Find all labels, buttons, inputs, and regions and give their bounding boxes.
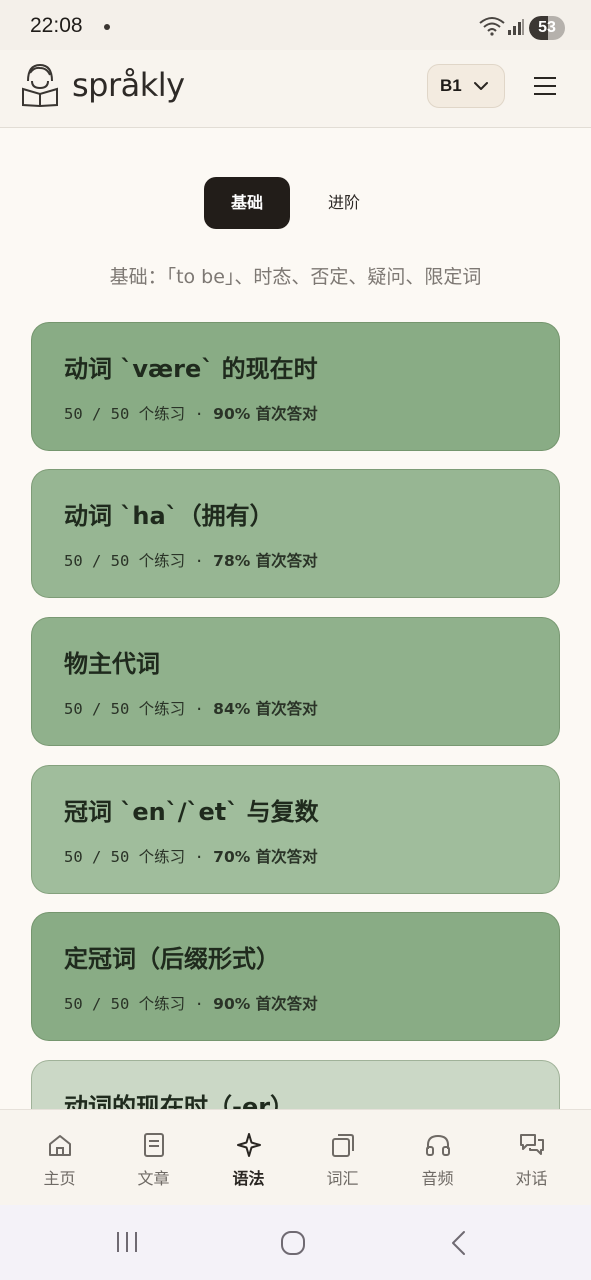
battery-indicator: 53 bbox=[529, 16, 565, 40]
lesson-score: 90% 首次答对 bbox=[213, 405, 318, 423]
tab-advanced[interactable]: 进阶 bbox=[304, 177, 384, 229]
lesson-title: 动词 `være` 的现在时 bbox=[64, 355, 318, 383]
lesson-score: 78% 首次答对 bbox=[213, 552, 318, 570]
hamburger-menu-icon[interactable] bbox=[533, 76, 557, 96]
lesson-card[interactable]: 动词 `ha`（拥有） 50 / 50 个练习 · 78% 首次答对 bbox=[31, 469, 560, 598]
lesson-score: 84% 首次答对 bbox=[213, 700, 318, 718]
level-selector[interactable]: B1 bbox=[427, 64, 505, 108]
lesson-progress: 50 / 50 个练习 · 70% 首次答对 bbox=[64, 848, 318, 866]
lesson-score: 70% 首次答对 bbox=[213, 848, 318, 866]
section-subtitle: 基础：「to be」、时态、否定、疑问、限定词 bbox=[109, 266, 482, 288]
nav-label: 语法 bbox=[232, 1169, 265, 1188]
lesson-progress: 50 / 50 个练习 · 90% 首次答对 bbox=[64, 405, 318, 423]
battery-level: 53 bbox=[538, 19, 556, 36]
nav-item-grammar[interactable]: 语法 bbox=[201, 1110, 296, 1206]
nav-item-articles[interactable]: 文章 bbox=[106, 1110, 201, 1206]
lesson-title: 冠词 `en`/`et` 与复数 bbox=[64, 798, 319, 826]
reading-person-icon bbox=[22, 63, 58, 107]
nav-label: 主页 bbox=[43, 1169, 76, 1188]
lesson-score: 90% 首次答对 bbox=[213, 995, 318, 1013]
lesson-progress: 50 / 50 个练习 · 84% 首次答对 bbox=[64, 700, 318, 718]
chevron-down-icon bbox=[474, 82, 488, 90]
sparkle-icon bbox=[237, 1133, 261, 1157]
lesson-card[interactable]: 冠词 `en`/`et` 与复数 50 / 50 个练习 · 70% 首次答对 bbox=[31, 765, 560, 894]
nav-item-vocabulary[interactable]: 词汇 bbox=[295, 1110, 390, 1206]
cards-icon bbox=[332, 1134, 354, 1157]
nav-item-dialogue[interactable]: 对话 bbox=[484, 1110, 579, 1206]
lesson-card[interactable]: 定冠词（后缀形式） 50 / 50 个练习 · 90% 首次答对 bbox=[31, 912, 560, 1041]
notification-dot-icon bbox=[104, 24, 110, 30]
tab-basic[interactable]: 基础 bbox=[204, 177, 290, 229]
lesson-card[interactable]: 物主代词 50 / 50 个练习 · 84% 首次答对 bbox=[31, 617, 560, 746]
headphones-icon bbox=[426, 1134, 450, 1156]
home-icon bbox=[49, 1135, 71, 1156]
signal-icon bbox=[508, 19, 524, 35]
document-icon bbox=[144, 1133, 164, 1157]
nav-label: 词汇 bbox=[326, 1169, 359, 1188]
nav-item-audio[interactable]: 音频 bbox=[390, 1110, 485, 1206]
status-time: 22:08 bbox=[30, 14, 83, 37]
lesson-title: 物主代词 bbox=[64, 650, 160, 678]
home-circle-icon[interactable] bbox=[279, 1229, 307, 1257]
app-header: språkly B1 bbox=[0, 50, 591, 128]
nav-item-home[interactable]: 主页 bbox=[12, 1110, 107, 1206]
brand-name: språkly bbox=[72, 66, 185, 104]
level-label: B1 bbox=[440, 76, 462, 95]
lesson-progress: 50 / 50 个练习 · 78% 首次答对 bbox=[64, 552, 318, 570]
chat-icon bbox=[520, 1134, 544, 1155]
lesson-title: 动词 `ha`（拥有） bbox=[64, 502, 274, 530]
recents-icon[interactable] bbox=[114, 1229, 140, 1255]
nav-label: 对话 bbox=[515, 1169, 548, 1188]
lesson-card[interactable]: 动词 `være` 的现在时 50 / 50 个练习 · 90% 首次答对 bbox=[31, 322, 560, 451]
nav-label: 文章 bbox=[137, 1169, 170, 1188]
lesson-progress: 50 / 50 个练习 · 90% 首次答对 bbox=[64, 995, 318, 1013]
system-nav-bar bbox=[0, 1205, 591, 1280]
wifi-icon bbox=[479, 17, 505, 36]
back-icon[interactable] bbox=[448, 1229, 468, 1257]
nav-label: 音频 bbox=[421, 1169, 454, 1188]
bottom-nav: 主页 文章 语法 词汇 音频 对话 bbox=[0, 1109, 591, 1205]
lesson-title: 定冠词（后缀形式） bbox=[64, 945, 280, 973]
status-bar: 22:08 53 bbox=[0, 0, 591, 50]
